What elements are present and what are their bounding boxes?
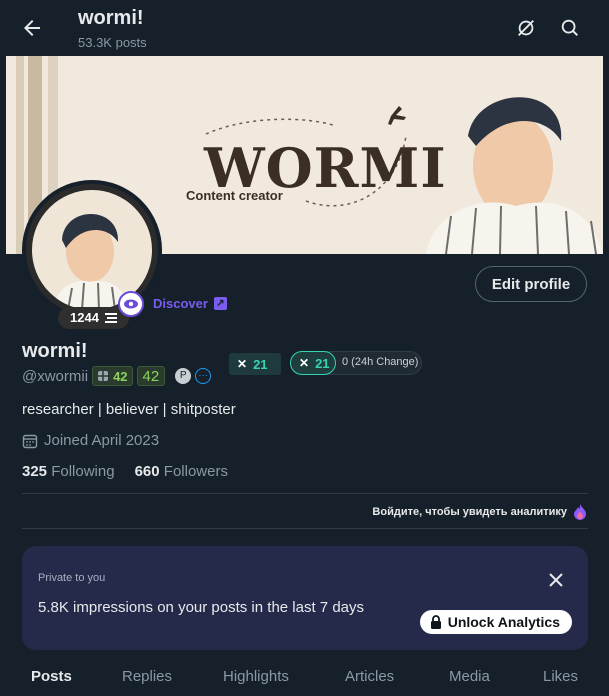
page-title: wormi! (78, 7, 144, 29)
plane-icon (388, 106, 406, 125)
following-count: 325 (22, 463, 48, 480)
external-link-icon: ↗ (213, 297, 227, 310)
divider (22, 493, 588, 494)
unlock-analytics-label: Unlock Analytics (447, 614, 560, 630)
x-score-value-2: 21 (315, 355, 330, 371)
x-logo-icon: ✕ (299, 356, 310, 370)
joined-label: Joined April 2023 (44, 432, 160, 449)
back-arrow-icon[interactable] (20, 16, 44, 40)
no-signal-icon[interactable] (515, 17, 537, 39)
avatar-count: 1244 (70, 310, 99, 325)
banner-subtitle: Content creator (186, 188, 283, 203)
discover-link[interactable]: Discover ↗ (153, 296, 227, 311)
analytics-login-link[interactable]: Войдите, чтобы увидеть аналитику (372, 504, 587, 520)
edit-profile-button[interactable]: Edit profile (475, 266, 587, 302)
score-chip-2[interactable]: 42 (136, 366, 166, 386)
calendar-icon (22, 434, 38, 448)
grid-badge-icon (98, 371, 109, 381)
joined-date: Joined April 2023 (22, 432, 159, 449)
followers-count: 660 (134, 463, 160, 480)
post-count: 53.3K posts (78, 35, 147, 50)
x-score-value: 21 (253, 356, 268, 372)
tab-posts[interactable]: Posts (31, 668, 72, 685)
score-chip[interactable]: 42 (92, 366, 133, 386)
tab-media[interactable]: Media (449, 668, 490, 685)
score-value-2: 42 (142, 367, 160, 385)
close-icon[interactable] (548, 572, 564, 588)
impressions-message: 5.8K impressions on your posts in the la… (38, 599, 365, 616)
analytics-card: Private to you 5.8K impressions on your … (22, 546, 588, 650)
user-handle: @xwormii (22, 367, 89, 385)
x-logo-icon: ✕ (237, 357, 248, 371)
p-badge-icon[interactable]: P (175, 368, 192, 384)
eye-badge-icon[interactable] (118, 291, 144, 317)
x-score-chip[interactable]: ✕ 21 (229, 353, 281, 375)
stack-icon (104, 313, 117, 323)
more-dots-icon[interactable]: ··· (195, 368, 212, 384)
display-name: wormi! (22, 340, 88, 362)
tab-replies[interactable]: Replies (122, 668, 172, 685)
discover-label: Discover (153, 296, 208, 311)
top-bar: wormi! 53.3K posts (0, 0, 609, 56)
change-label: 0 (24h Change) (342, 356, 419, 368)
bio: researcher | believer | shitposter (22, 401, 236, 418)
search-icon[interactable] (559, 17, 581, 39)
followers-label: Followers (163, 463, 228, 480)
tab-likes[interactable]: Likes (543, 668, 578, 685)
divider (22, 528, 588, 529)
private-label: Private to you (38, 572, 106, 584)
score-value: 42 (113, 368, 128, 384)
avatar-count-badge: 1244 (58, 307, 129, 329)
following-link[interactable]: 325 Following (22, 463, 115, 480)
handle-row: @xwormii 42 42 P ··· (22, 366, 212, 386)
profile-tabs: Posts Replies Highlights Articles Media … (6, 660, 603, 696)
follow-stats: 325 Following 660 Followers (22, 463, 228, 480)
followers-link[interactable]: 660 Followers (135, 463, 228, 480)
tab-highlights[interactable]: Highlights (223, 668, 289, 685)
following-label: Following (51, 463, 115, 480)
flame-icon (574, 504, 586, 520)
lock-icon (430, 615, 441, 629)
unlock-analytics-button[interactable]: Unlock Analytics (419, 610, 572, 634)
tab-articles[interactable]: Articles (345, 668, 394, 685)
x-score-chip-2[interactable]: ✕ 21 (290, 351, 336, 375)
analytics-link-label: Войдите, чтобы увидеть аналитику (372, 506, 567, 518)
